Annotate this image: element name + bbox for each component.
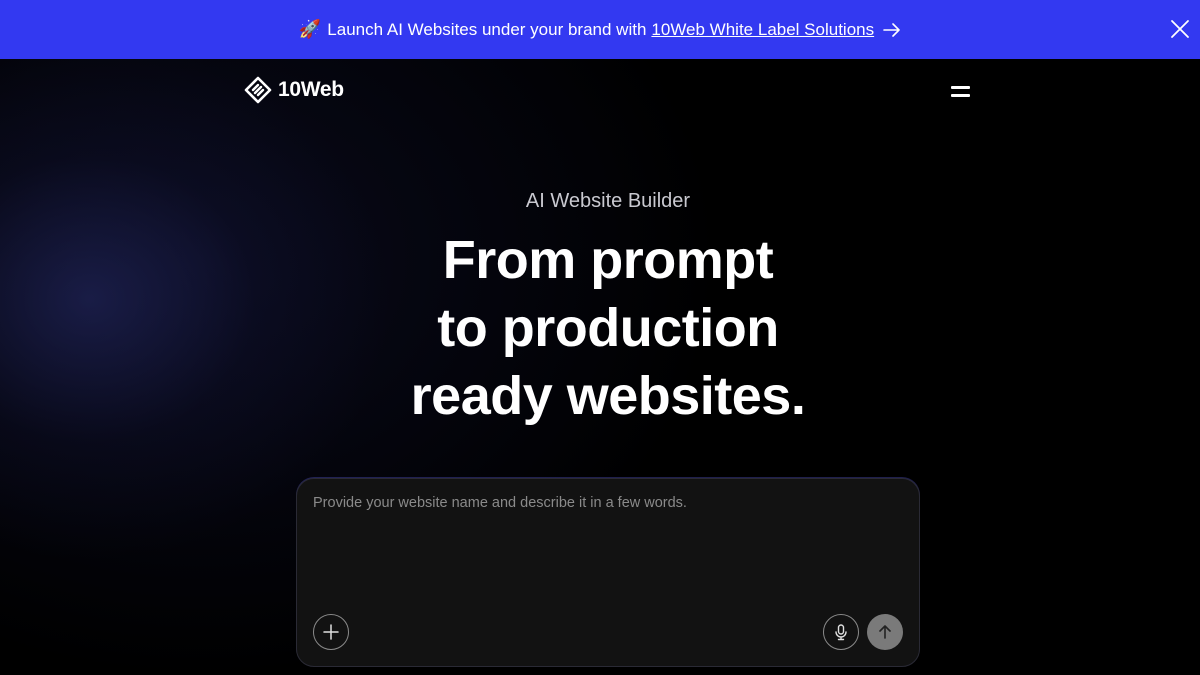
announcement-banner: 🚀 Launch AI Websites under your brand wi…	[0, 0, 1200, 59]
close-icon[interactable]	[1170, 19, 1190, 39]
submit-button[interactable]	[867, 614, 903, 650]
hero-eyebrow: AI Website Builder	[525, 190, 691, 212]
headline-line-3: ready websites.	[410, 366, 806, 426]
10web-logo-icon	[244, 76, 272, 104]
logo[interactable]: 10Web	[244, 76, 344, 104]
website-description-input[interactable]	[313, 495, 903, 605]
banner-text: Launch AI Websites under your brand with	[327, 19, 647, 39]
microphone-icon	[835, 624, 847, 641]
plus-icon	[323, 624, 339, 640]
menu-icon-bar-bottom	[950, 93, 970, 97]
prompt-box	[296, 478, 920, 667]
arrow-right-icon[interactable]	[883, 22, 901, 37]
menu-button[interactable]	[946, 80, 974, 102]
headline-line-2: to production	[437, 298, 779, 358]
white-label-link[interactable]: 10Web White Label Solutions	[651, 20, 874, 40]
rocket-icon: 🚀	[298, 19, 322, 39]
menu-icon-bar-top	[950, 85, 970, 89]
headline-line-1: From prompt	[442, 230, 774, 290]
voice-input-button[interactable]	[823, 614, 859, 650]
hero-headline: From prompt to production ready websites…	[0, 226, 1200, 430]
add-attachment-button[interactable]	[313, 614, 349, 650]
arrow-up-icon	[879, 625, 891, 639]
logo-text: 10Web	[278, 78, 344, 101]
